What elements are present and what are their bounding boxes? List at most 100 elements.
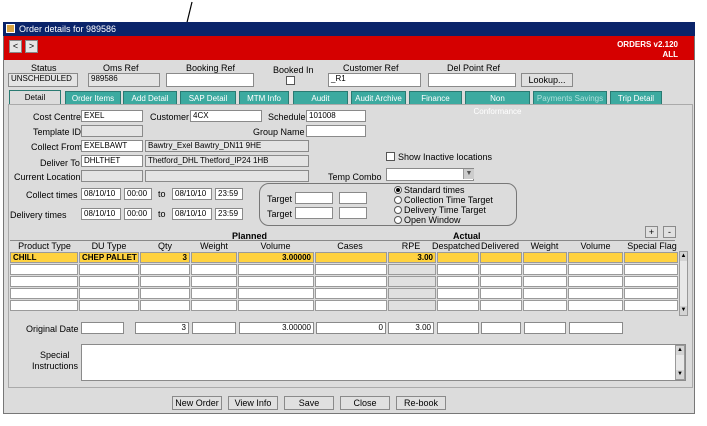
cost-centre-field[interactable]: EXEL <box>81 110 143 122</box>
customer-field[interactable]: 4CX <box>190 110 262 122</box>
grid-cell-volume[interactable]: 3.00000 <box>238 252 314 263</box>
tab-mtm-info[interactable]: MTM Info <box>239 91 289 104</box>
grid-cell-avolume[interactable] <box>568 276 623 287</box>
grid-cell-volume[interactable] <box>238 300 314 311</box>
grid-cell-product_type[interactable] <box>10 300 78 311</box>
prev-record-button[interactable]: < <box>9 40 22 53</box>
booking-ref-field[interactable] <box>166 73 254 87</box>
grid-cell-weight[interactable] <box>191 276 237 287</box>
special-instructions-textarea[interactable] <box>81 344 686 381</box>
grid-cell-aweight[interactable] <box>523 300 567 311</box>
collect-to-time-field[interactable]: 23:59 <box>215 188 243 200</box>
grid-cell-du_type[interactable] <box>79 264 139 275</box>
collect-from-code-field[interactable]: EXELBAWT <box>81 140 143 152</box>
grid-cell-despatched[interactable] <box>437 300 479 311</box>
grid-cell-despatched[interactable] <box>437 288 479 299</box>
radio-collection-target[interactable] <box>394 196 402 204</box>
grid-cell-qty[interactable] <box>140 264 190 275</box>
tab-sap-detail[interactable]: SAP Detail <box>180 91 236 104</box>
grid-cell-qty[interactable] <box>140 276 190 287</box>
delivery-to-time-field[interactable]: 23:59 <box>215 208 243 220</box>
grid-cell-aweight[interactable] <box>523 276 567 287</box>
del-point-ref-field[interactable] <box>428 73 516 87</box>
grid-cell-rpe[interactable] <box>388 276 436 287</box>
rebook-button[interactable]: Re-book <box>396 396 446 410</box>
delivery-from-time-field[interactable]: 00:00 <box>124 208 152 220</box>
grid-cell-flag[interactable] <box>624 300 678 311</box>
chevron-down-icon[interactable]: ▼ <box>463 169 474 179</box>
grid-cell-avolume[interactable] <box>568 288 623 299</box>
show-inactive-checkbox[interactable] <box>386 152 395 161</box>
grid-cell-weight[interactable] <box>191 300 237 311</box>
grid-cell-du_type[interactable] <box>79 276 139 287</box>
grid-cell-aweight[interactable] <box>523 264 567 275</box>
grid-cell-cases[interactable] <box>315 276 387 287</box>
grid-cell-product_type[interactable] <box>10 276 78 287</box>
grid-cell-du_type[interactable]: CHEP PALLET <box>79 252 139 263</box>
grid-cell-despatched[interactable] <box>437 276 479 287</box>
grid-cell-du_type[interactable] <box>79 300 139 311</box>
tab-detail[interactable]: Detail <box>9 90 61 105</box>
instructions-scrollbar[interactable]: ▲ ▼ <box>675 345 685 380</box>
grid-cell-cases[interactable] <box>315 252 387 263</box>
grid-cell-volume[interactable] <box>238 276 314 287</box>
grid-cell-rpe[interactable] <box>388 264 436 275</box>
delivery-from-date-field[interactable]: 08/10/10 <box>81 208 121 220</box>
scroll-down-icon[interactable]: ▼ <box>680 306 687 315</box>
grid-cell-volume[interactable] <box>238 288 314 299</box>
add-row-button[interactable]: + <box>645 226 658 238</box>
tab-finance[interactable]: Finance <box>409 91 462 104</box>
grid-cell-cases[interactable] <box>315 300 387 311</box>
grid-cell-qty[interactable] <box>140 288 190 299</box>
scroll-up-icon[interactable]: ▲ <box>680 252 687 261</box>
target-field-2b[interactable] <box>339 207 367 219</box>
grid-scrollbar[interactable]: ▲ ▼ <box>679 251 688 316</box>
view-info-button[interactable]: View Info <box>228 396 278 410</box>
grid-cell-volume[interactable] <box>238 264 314 275</box>
grid-cell-qty[interactable]: 3 <box>140 252 190 263</box>
grid-cell-rpe[interactable] <box>388 288 436 299</box>
schedule-field[interactable]: 101008 <box>306 110 366 122</box>
grid-cell-flag[interactable] <box>624 288 678 299</box>
customer-ref-field[interactable]: _R1 <box>328 73 421 87</box>
grid-cell-product_type[interactable] <box>10 288 78 299</box>
save-button[interactable]: Save <box>284 396 334 410</box>
delivery-to-date-field[interactable]: 08/10/10 <box>172 208 212 220</box>
tab-add-detail[interactable]: Add Detail <box>123 91 177 104</box>
grid-cell-despatched[interactable] <box>437 252 479 263</box>
tab-audit-archive[interactable]: Audit Archive <box>351 91 406 104</box>
remove-row-button[interactable]: - <box>663 226 676 238</box>
original-date-field[interactable] <box>81 322 124 334</box>
grid-cell-delivered[interactable] <box>480 276 522 287</box>
grid-cell-avolume[interactable] <box>568 264 623 275</box>
collect-to-date-field[interactable]: 08/10/10 <box>172 188 212 200</box>
grid-cell-weight[interactable] <box>191 252 237 263</box>
grid-cell-delivered[interactable] <box>480 288 522 299</box>
grid-cell-flag[interactable] <box>624 264 678 275</box>
grid-cell-flag[interactable] <box>624 276 678 287</box>
grid-cell-weight[interactable] <box>191 264 237 275</box>
tab-trip-detail[interactable]: Trip Detail <box>610 91 662 104</box>
grid-cell-rpe[interactable]: 3.00 <box>388 252 436 263</box>
deliver-to-code-field[interactable]: DHLTHET <box>81 155 143 167</box>
next-record-button[interactable]: > <box>25 40 38 53</box>
group-name-field[interactable] <box>306 125 366 137</box>
new-order-button[interactable]: New Order <box>172 396 222 410</box>
collect-from-time-field[interactable]: 00:00 <box>124 188 152 200</box>
scroll-down-icon[interactable]: ▼ <box>676 370 684 379</box>
target-field-1a[interactable] <box>295 192 333 204</box>
grid-cell-du_type[interactable] <box>79 288 139 299</box>
grid-cell-rpe[interactable] <box>388 300 436 311</box>
grid-cell-cases[interactable] <box>315 288 387 299</box>
collect-from-date-field[interactable]: 08/10/10 <box>81 188 121 200</box>
booked-in-checkbox[interactable] <box>286 76 295 85</box>
grid-cell-weight[interactable] <box>191 288 237 299</box>
grid-cell-product_type[interactable] <box>10 264 78 275</box>
tab-order-items[interactable]: Order Items <box>65 91 121 104</box>
grid-cell-avolume[interactable] <box>568 300 623 311</box>
target-field-1b[interactable] <box>339 192 367 204</box>
grid-cell-cases[interactable] <box>315 264 387 275</box>
grid-cell-aweight[interactable] <box>523 288 567 299</box>
grid-cell-avolume[interactable] <box>568 252 623 263</box>
grid-cell-qty[interactable] <box>140 300 190 311</box>
